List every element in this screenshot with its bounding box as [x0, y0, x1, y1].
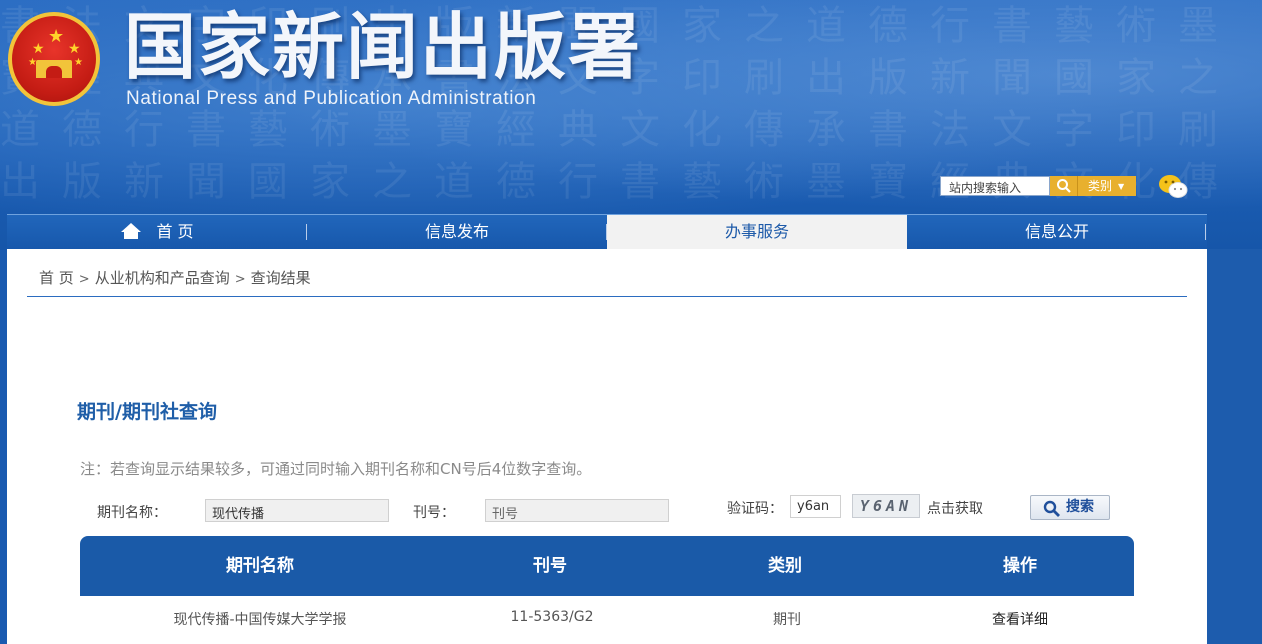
nav-item-info-release[interactable]: 信息发布 [307, 215, 607, 249]
section-title: 期刊/期刊社查询 [77, 401, 217, 423]
nav-label-home: 首 页 [156, 222, 194, 241]
view-details-link[interactable]: 查看详细 [950, 609, 1090, 629]
magnifier-icon [1043, 500, 1060, 517]
cell-journal-name: 现代传播-中国传媒大学学报 [173, 612, 347, 628]
category-dropdown[interactable]: 类别 ▼ [1078, 176, 1136, 196]
search-button-label: 搜索 [1066, 499, 1094, 515]
site-search-input[interactable]: 站内搜索输入 [940, 176, 1050, 196]
captcha-refresh-link[interactable]: 点击获取 [927, 498, 983, 518]
breadcrumb-product-query[interactable]: 从业机构和产品查询 [95, 269, 230, 287]
column-header-action: 操作 [1003, 556, 1037, 576]
search-icon[interactable] [1050, 176, 1078, 196]
journal-name-label: 期刊名称： [97, 505, 167, 521]
nav-item-info-public[interactable]: 信息公开 [907, 215, 1207, 249]
category-label: 类别 [1088, 179, 1113, 193]
breadcrumb-divider [27, 296, 1187, 297]
wechat-icon[interactable] [1158, 174, 1190, 204]
column-header-issn: 刊号 [533, 556, 567, 576]
caret-down-icon: ▼ [1118, 182, 1125, 191]
breadcrumb: 首 页 > 从业机构和产品查询 > 查询结果 [39, 269, 311, 287]
column-header-name: 期刊名称 [226, 556, 294, 576]
results-table-header: 期刊名称 刊号 类别 操作 [80, 536, 1134, 596]
national-emblem-icon[interactable]: ★ ★ ★ ★ ★ [8, 12, 100, 106]
issn-input[interactable]: 刊号 [485, 499, 669, 522]
site-title[interactable]: 国家新闻出版署 [124, 6, 642, 88]
site-subtitle: National Press and Publication Administr… [126, 88, 537, 109]
column-header-type: 类别 [768, 556, 802, 576]
cell-type: 期刊 [773, 612, 801, 628]
site-header: 書法文字印刷出版新聞國家之道德行書藝術墨寶經典文化傳承書法文字印刷出版新聞國家之… [0, 0, 1262, 250]
captcha-label: 验证码： [727, 501, 783, 517]
query-note: 注：若查询显示结果较多，可通过同时输入期刊名称和CN号后4位数字查询。 [80, 460, 592, 478]
page-margin [1207, 249, 1262, 644]
journal-name-input[interactable]: 现代传播 [205, 499, 389, 522]
home-icon [120, 218, 142, 252]
captcha-image[interactable]: Y6AN [852, 494, 920, 518]
nav-item-home[interactable]: 首 页 [7, 215, 307, 249]
issn-label: 刊号： [413, 505, 455, 521]
captcha-input[interactable]: y6an [790, 495, 841, 518]
main-nav: 首 页 信息发布 办事服务 信息公开 [7, 214, 1207, 249]
main-content: 首 页 > 从业机构和产品查询 > 查询结果 期刊/期刊社查询 注：若查询显示结果较多，… [7, 249, 1207, 644]
nav-item-services[interactable]: 办事服务 [607, 215, 907, 249]
search-button[interactable]: 搜索 [1030, 495, 1110, 520]
cell-issn: 11-5363/G2 [510, 609, 594, 625]
breadcrumb-current: 查询结果 [250, 269, 311, 287]
breadcrumb-home[interactable]: 首 页 [39, 269, 74, 287]
